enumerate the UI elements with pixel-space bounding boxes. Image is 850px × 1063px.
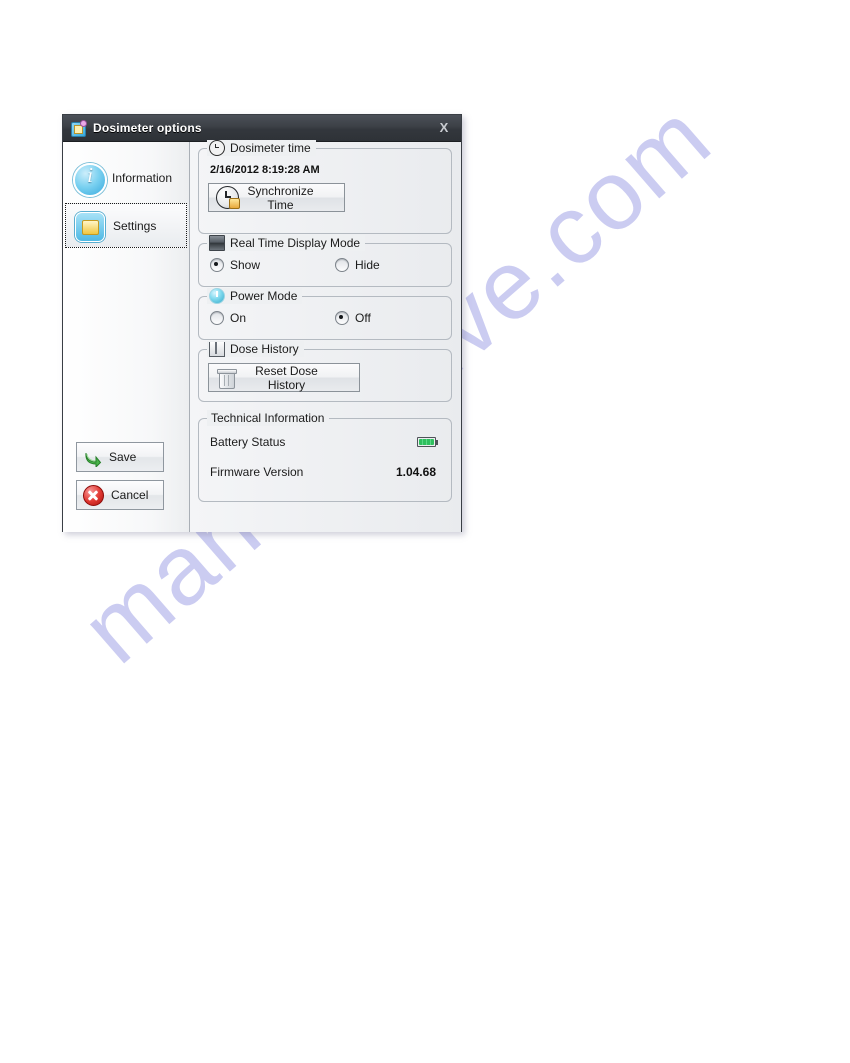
group-label: Dosimeter time (230, 141, 311, 155)
red-x-icon (83, 484, 104, 506)
power-mode-options: On Off (208, 310, 442, 327)
green-arrow-icon (83, 448, 102, 468)
save-button[interactable]: Save (76, 442, 164, 472)
sidebar-item-settings[interactable]: Settings (65, 203, 187, 248)
reset-dose-history-button[interactable]: Reset Dose History (208, 363, 360, 392)
battery-status-row: Battery Status (208, 433, 442, 451)
power-mode-legend: Power Mode (207, 288, 303, 304)
group-label: Real Time Display Mode (230, 236, 361, 250)
real-time-display-mode-group: Real Time Display Mode Show Hide (198, 235, 452, 287)
settings-panel: Dosimeter time 2/16/2012 8:19:28 AM Sync… (190, 140, 461, 532)
sidebar-item-label: Settings (113, 218, 157, 233)
synchronize-time-button[interactable]: Synchronize Time (208, 183, 345, 212)
save-button-label: Save (109, 450, 137, 464)
sidebar-items: Information Settings (63, 142, 189, 251)
firmware-version-row: Firmware Version 1.04.68 (208, 463, 442, 481)
power-mode-group: Power Mode On Off (198, 288, 452, 340)
radio-label: Show (230, 258, 261, 272)
radio-hide[interactable]: Hide (335, 258, 380, 272)
group-label: Dose History (230, 342, 299, 356)
radio-label: Hide (355, 258, 380, 272)
radio-off[interactable]: Off (335, 311, 371, 325)
dosimeter-time-value: 2/16/2012 8:19:28 AM (210, 164, 320, 176)
sidebar: Information Settings (63, 142, 190, 532)
battery-status-label: Battery Status (210, 435, 286, 449)
real-time-display-mode-legend: Real Time Display Mode (207, 235, 366, 251)
sidebar-action-buttons: Save Cancel (63, 442, 189, 532)
radio-mark-icon (335, 258, 349, 272)
sync-clock-icon (216, 186, 240, 209)
synchronize-time-label: Synchronize Time (247, 183, 314, 212)
power-icon (209, 288, 225, 304)
firmware-version-label: Firmware Version (210, 465, 304, 479)
dialog-body: Information Settings (63, 140, 461, 532)
battery-full-icon (417, 437, 438, 447)
trash-icon (216, 367, 237, 389)
settings-icon (74, 211, 105, 242)
dialog-title: Dosimeter options (93, 121, 202, 135)
radio-label: Off (355, 311, 371, 325)
dose-history-legend: Dose History (207, 341, 304, 357)
radio-mark-icon (335, 311, 349, 325)
close-icon[interactable]: X (435, 119, 453, 137)
technical-information-legend: Technical Information (207, 410, 330, 426)
radio-show[interactable]: Show (210, 258, 335, 272)
display-icon (209, 235, 225, 251)
radio-label: On (230, 311, 247, 325)
dosimeter-time-legend: Dosimeter time (207, 140, 316, 156)
radio-mark-icon (210, 258, 224, 272)
dialog-titlebar: Dosimeter options X (63, 115, 461, 142)
real-time-display-options: Show Hide (208, 257, 442, 274)
reset-dose-history-label: Reset Dose History (255, 363, 318, 392)
firmware-version-value: 1.04.68 (395, 465, 436, 479)
cancel-button-label: Cancel (111, 488, 149, 502)
group-label: Technical Information (211, 411, 325, 425)
sidebar-item-information[interactable]: Information (65, 155, 187, 200)
book-icon (209, 341, 225, 357)
technical-information-group: Technical Information Battery Status Fir… (198, 410, 452, 502)
dosimeter-time-group: Dosimeter time 2/16/2012 8:19:28 AM Sync… (198, 140, 452, 234)
cancel-button[interactable]: Cancel (76, 480, 164, 510)
dose-history-group: Dose History Reset Dose History (198, 341, 452, 402)
dosimeter-app-icon (70, 120, 87, 137)
info-icon (73, 162, 107, 197)
clock-icon (209, 140, 225, 156)
group-label: Power Mode (230, 289, 298, 303)
dosimeter-options-dialog: Dosimeter options X Information Settings (62, 114, 462, 532)
radio-mark-icon (210, 311, 224, 325)
sidebar-item-label: Information (112, 170, 173, 185)
radio-on[interactable]: On (210, 311, 335, 325)
